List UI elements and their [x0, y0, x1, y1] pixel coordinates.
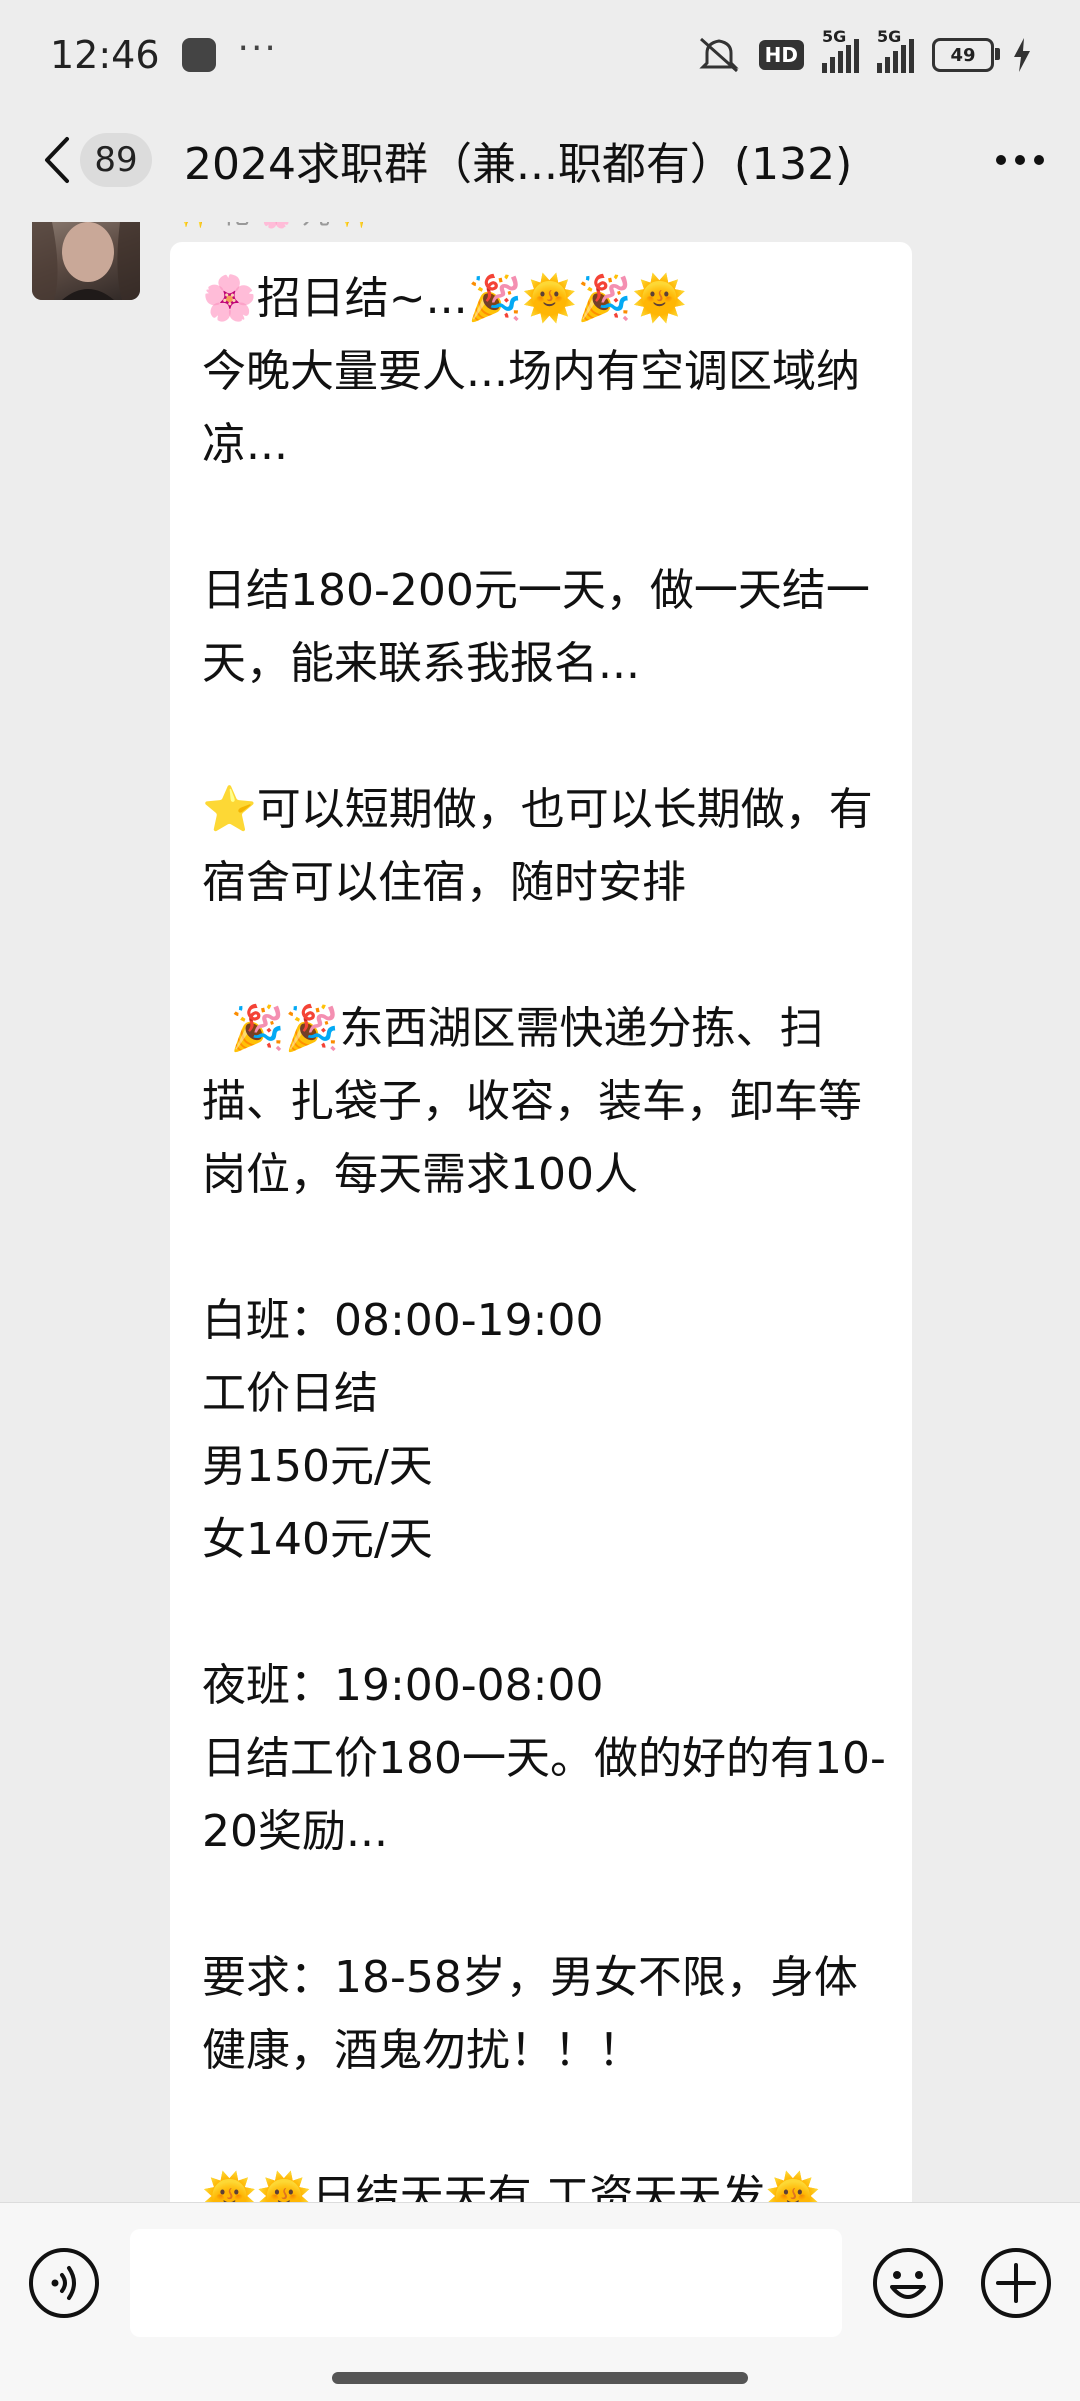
- status-left: 12:46 ···: [50, 28, 278, 78]
- more-actions-plus-icon[interactable]: [980, 2247, 1052, 2319]
- hd-badge: HD: [758, 40, 804, 70]
- message-input[interactable]: [130, 2229, 842, 2337]
- unread-count-badge[interactable]: 89: [80, 133, 152, 187]
- more-notifications-icon: ···: [237, 27, 278, 69]
- battery-icon: 49: [932, 38, 1000, 72]
- chat-title[interactable]: 2024求职群（兼...职都有）(132): [184, 128, 990, 192]
- voice-input-icon[interactable]: [28, 2247, 100, 2319]
- status-bar: 12:46 ··· HD 5G 5G 49: [0, 0, 1080, 110]
- more-options-icon[interactable]: [990, 130, 1050, 190]
- sender-name: ✨ 花 🌸 儿 ✨: [178, 222, 374, 232]
- signal-icon-2: 5G: [877, 27, 914, 73]
- chat-header: 89 2024求职群（兼...职都有）(132): [0, 110, 1080, 210]
- chat-message-list[interactable]: ✨ 花 🌸 儿 ✨ 🌸招日结~...🎉🌞🎉🌞 今晚大量要人...场内有空调区域纳…: [0, 222, 1080, 2202]
- charging-icon: [1014, 38, 1030, 72]
- home-indicator[interactable]: [332, 2372, 748, 2384]
- status-right: HD 5G 5G 49: [697, 27, 1032, 75]
- emoji-icon[interactable]: [872, 2247, 944, 2319]
- signal-icon-1: 5G: [822, 27, 859, 73]
- mute-icon: [699, 37, 739, 73]
- app-notification-icon: [181, 38, 216, 72]
- message-text: 🌸招日结~...🎉🌞🎉🌞 今晚大量要人...场内有空调区域纳凉... 日结180…: [202, 273, 886, 2202]
- back-arrow-icon[interactable]: [36, 130, 76, 190]
- sender-avatar[interactable]: [32, 222, 140, 300]
- status-time: 12:46: [50, 33, 160, 77]
